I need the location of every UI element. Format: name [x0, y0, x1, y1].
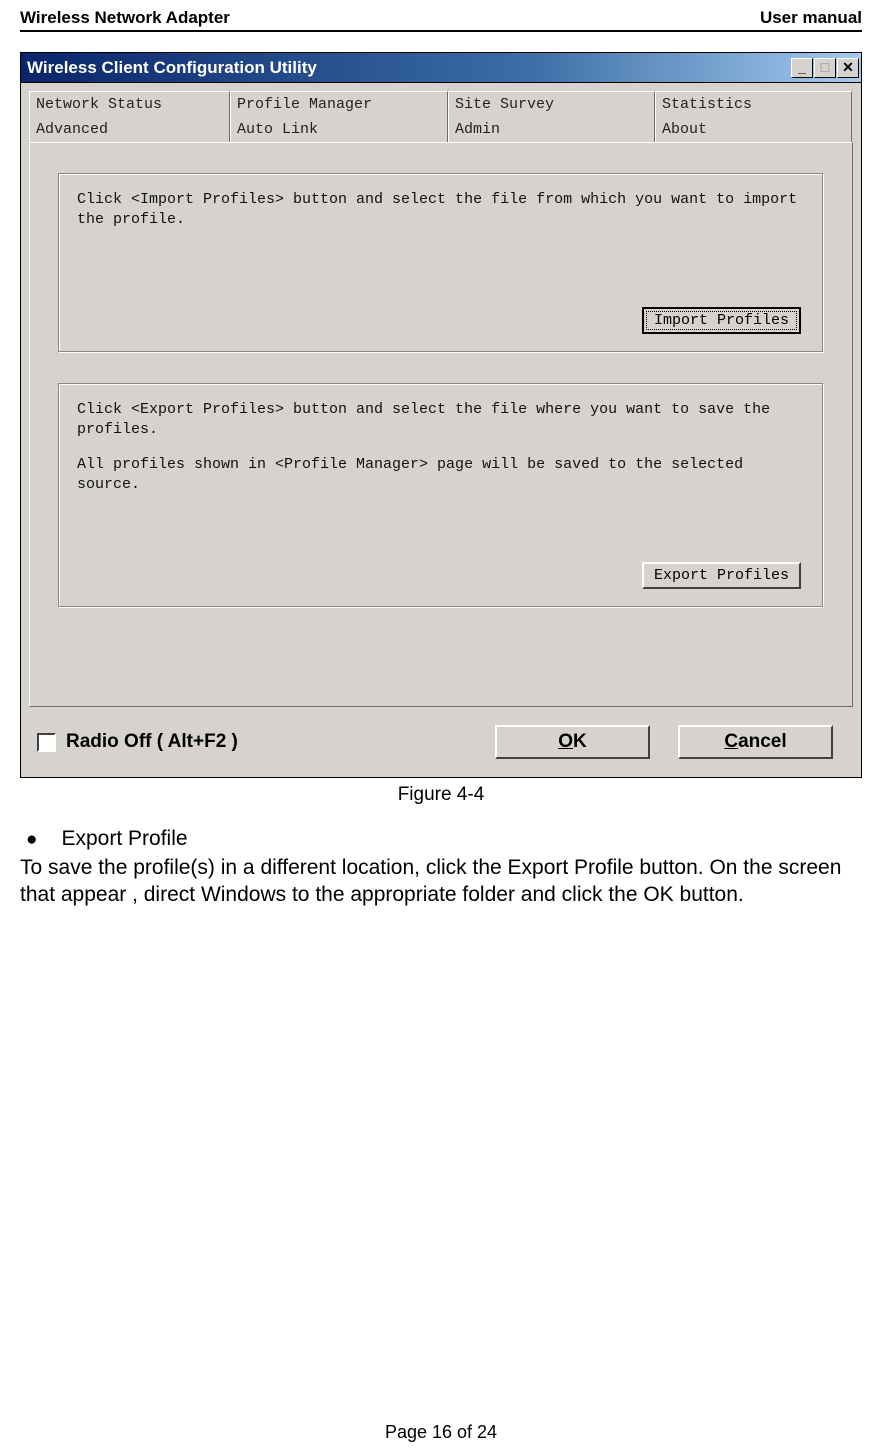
tab-auto-link[interactable]: Auto Link	[230, 117, 448, 143]
export-text-2: All profiles shown in <Profile Manager> …	[77, 455, 805, 496]
import-groupbox: Click <Import Profiles> button and selec…	[58, 173, 824, 353]
titlebar: Wireless Client Configuration Utility _ …	[21, 53, 861, 83]
tab-site-survey[interactable]: Site Survey	[448, 91, 655, 117]
app-window: Wireless Client Configuration Utility _ …	[20, 52, 862, 778]
tab-advanced[interactable]: Advanced	[29, 117, 230, 143]
dialog-buttons: OK Cancel	[495, 725, 833, 759]
export-groupbox: Click <Export Profiles> button and selec…	[58, 383, 824, 608]
tab-strip: Network Status Profile Manager Site Surv…	[29, 91, 853, 707]
paragraph: To save the profile(s) in a different lo…	[20, 855, 862, 909]
tab-about[interactable]: About	[655, 117, 852, 143]
import-profiles-button[interactable]: Import Profiles	[642, 307, 801, 334]
checkbox-icon[interactable]	[37, 733, 56, 752]
minimize-icon[interactable]: _	[791, 58, 813, 78]
header-right: User manual	[760, 8, 862, 28]
bottom-bar: Radio Off ( Alt+F2 ) OK Cancel	[29, 713, 853, 765]
bullet-icon: ●	[26, 828, 37, 852]
figure-caption: Figure 4-4	[0, 784, 882, 806]
bullet-title: Export Profile	[61, 826, 187, 853]
radio-off-label: Radio Off ( Alt+F2 )	[66, 731, 238, 753]
window-controls: _ □ ✕	[791, 58, 859, 78]
window-title: Wireless Client Configuration Utility	[27, 58, 317, 78]
import-text: Click <Import Profiles> button and selec…	[77, 190, 805, 231]
tab-profile-manager[interactable]: Profile Manager	[230, 91, 448, 117]
tab-statistics[interactable]: Statistics	[655, 91, 852, 117]
page-header: Wireless Network Adapter User manual	[0, 0, 882, 30]
maximize-icon[interactable]: □	[814, 58, 836, 78]
client-area: Network Status Profile Manager Site Surv…	[21, 83, 861, 777]
tab-admin[interactable]: Admin	[448, 117, 655, 143]
header-rule	[20, 30, 862, 32]
bullet-export-profile: ● Export Profile	[26, 826, 862, 853]
header-left: Wireless Network Adapter	[20, 8, 230, 28]
page-footer: Page 16 of 24	[0, 1422, 882, 1443]
body-text: ● Export Profile To save the profile(s) …	[20, 826, 862, 909]
close-icon[interactable]: ✕	[837, 58, 859, 78]
ok-button[interactable]: OK	[495, 725, 650, 759]
tab-content: Click <Import Profiles> button and selec…	[29, 142, 853, 707]
cancel-button[interactable]: Cancel	[678, 725, 833, 759]
radio-off-checkbox[interactable]: Radio Off ( Alt+F2 )	[37, 731, 238, 753]
export-profiles-button[interactable]: Export Profiles	[642, 562, 801, 589]
export-text-1: Click <Export Profiles> button and selec…	[77, 400, 805, 441]
tab-network-status[interactable]: Network Status	[29, 91, 230, 117]
